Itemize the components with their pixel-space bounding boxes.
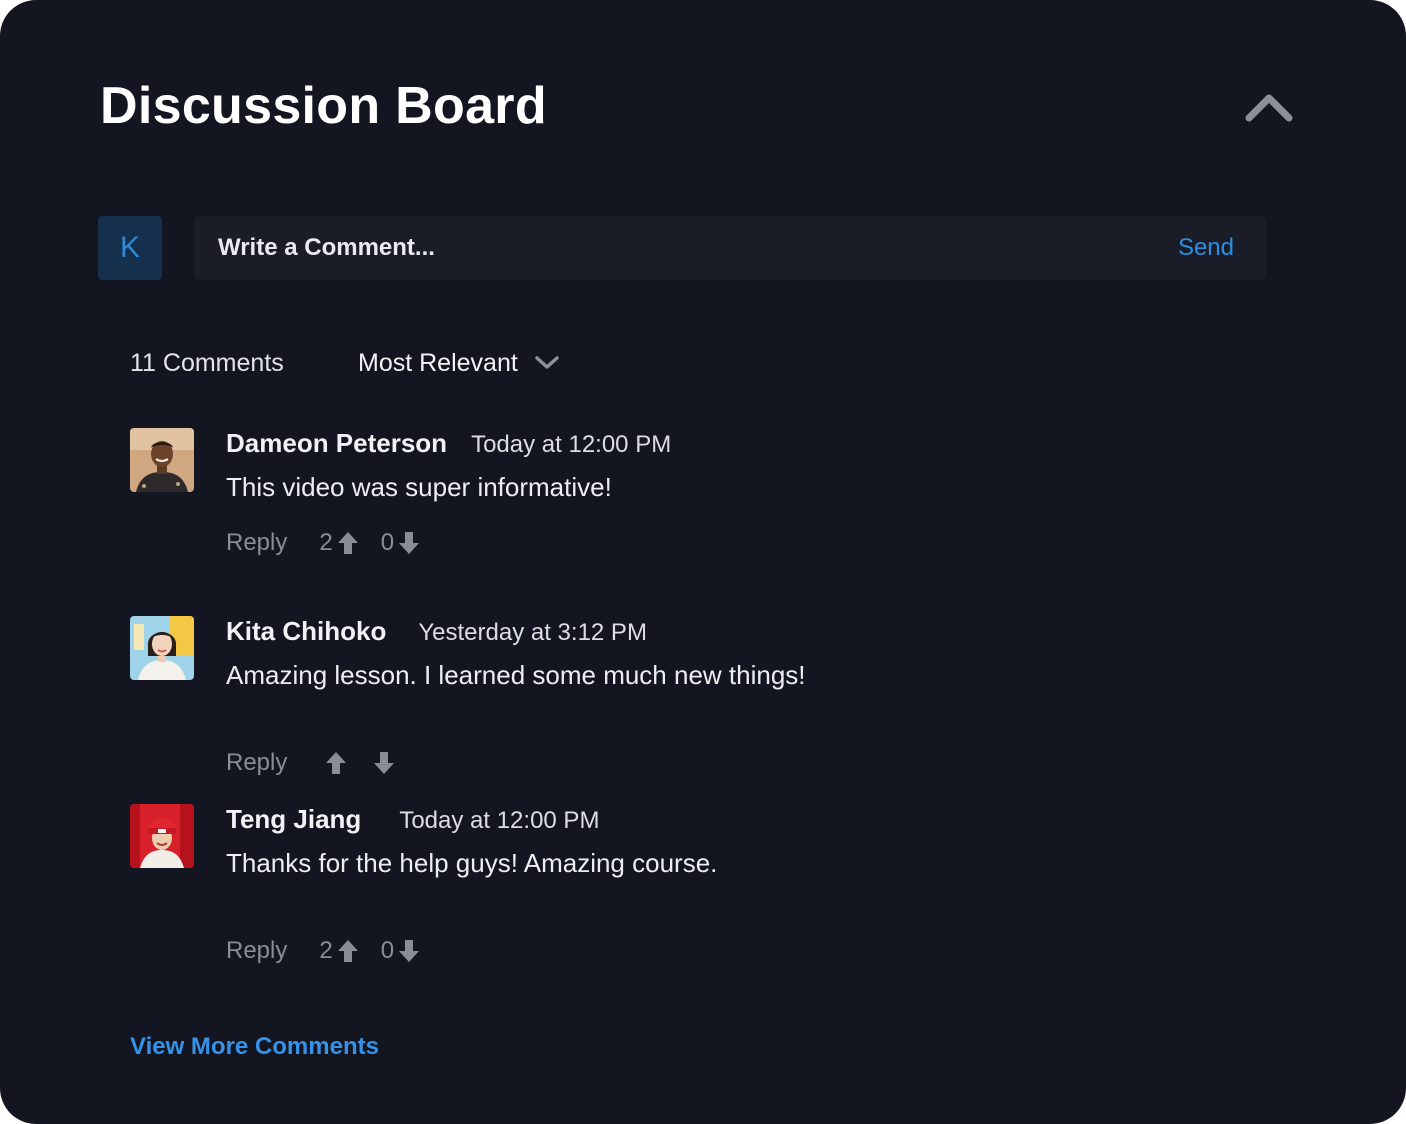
comment-text: Amazing lesson. I learned some much new … [226,660,806,690]
current-user-avatar: K [98,216,162,280]
upvote-count: 2 [319,529,333,556]
downvote-count: 0 [380,529,395,556]
discussion-board-panel: Discussion Board K Send 11 Comments Most… [0,0,1406,1124]
page-title: Discussion Board [100,77,547,135]
downvote-button[interactable]: 0 [381,937,420,965]
comment-text: This video was super informative! [226,472,612,502]
comment-header: Dameon Peterson Today at 12:00 PM [226,426,671,462]
comment-count: 11 Comments [130,349,284,377]
comment-actions: Reply 2 0 [226,934,442,968]
comment-actions: Reply 2 0 [226,526,442,560]
send-button[interactable]: Send [1178,216,1234,280]
chevron-down-icon [535,356,559,369]
arrow-down-icon [399,532,420,554]
comment-text: Thanks for the help guys! Amazing course… [226,848,718,878]
comment-composer: Send [194,216,1266,280]
upvote-button[interactable]: 2 [319,529,358,557]
arrow-down-icon [374,752,395,774]
arrow-up-icon [326,752,347,774]
chevron-up-icon [1245,94,1293,122]
upvote-button[interactable] [325,751,347,775]
upvote-button[interactable]: 2 [319,937,358,965]
collapse-button[interactable] [1238,82,1300,132]
sort-selected-label: Most Relevant [358,349,518,377]
comment-author[interactable]: Dameon Peterson [226,426,447,460]
reply-button[interactable]: Reply [226,749,287,777]
view-more-comments-link[interactable]: View More Comments [130,1030,379,1064]
arrow-up-icon [337,532,358,554]
reply-button[interactable]: Reply [226,529,287,557]
upvote-count: 2 [319,937,333,964]
downvote-count: 0 [380,937,395,964]
comment-actions: Reply [226,746,417,780]
comment-timestamp: Today at 12:00 PM [399,807,600,834]
comment-timestamp: Today at 12:00 PM [471,431,672,458]
comment-header: Kita Chihoko Yesterday at 3:12 PM [226,614,647,650]
comment-header: Teng Jiang Today at 12:00 PM [226,802,599,838]
arrow-down-icon [399,940,420,962]
comment-input[interactable] [218,216,1118,280]
comment-author[interactable]: Teng Jiang [226,802,361,836]
comment-author[interactable]: Kita Chihoko [226,614,386,648]
sort-dropdown[interactable]: Most Relevant [358,346,560,380]
arrow-up-icon [337,940,358,962]
avatar [130,616,194,680]
downvote-button[interactable] [373,751,395,775]
avatar [130,428,194,492]
reply-button[interactable]: Reply [226,937,287,965]
comment-timestamp: Yesterday at 3:12 PM [418,619,647,646]
downvote-button[interactable]: 0 [381,529,420,557]
avatar [130,804,194,868]
